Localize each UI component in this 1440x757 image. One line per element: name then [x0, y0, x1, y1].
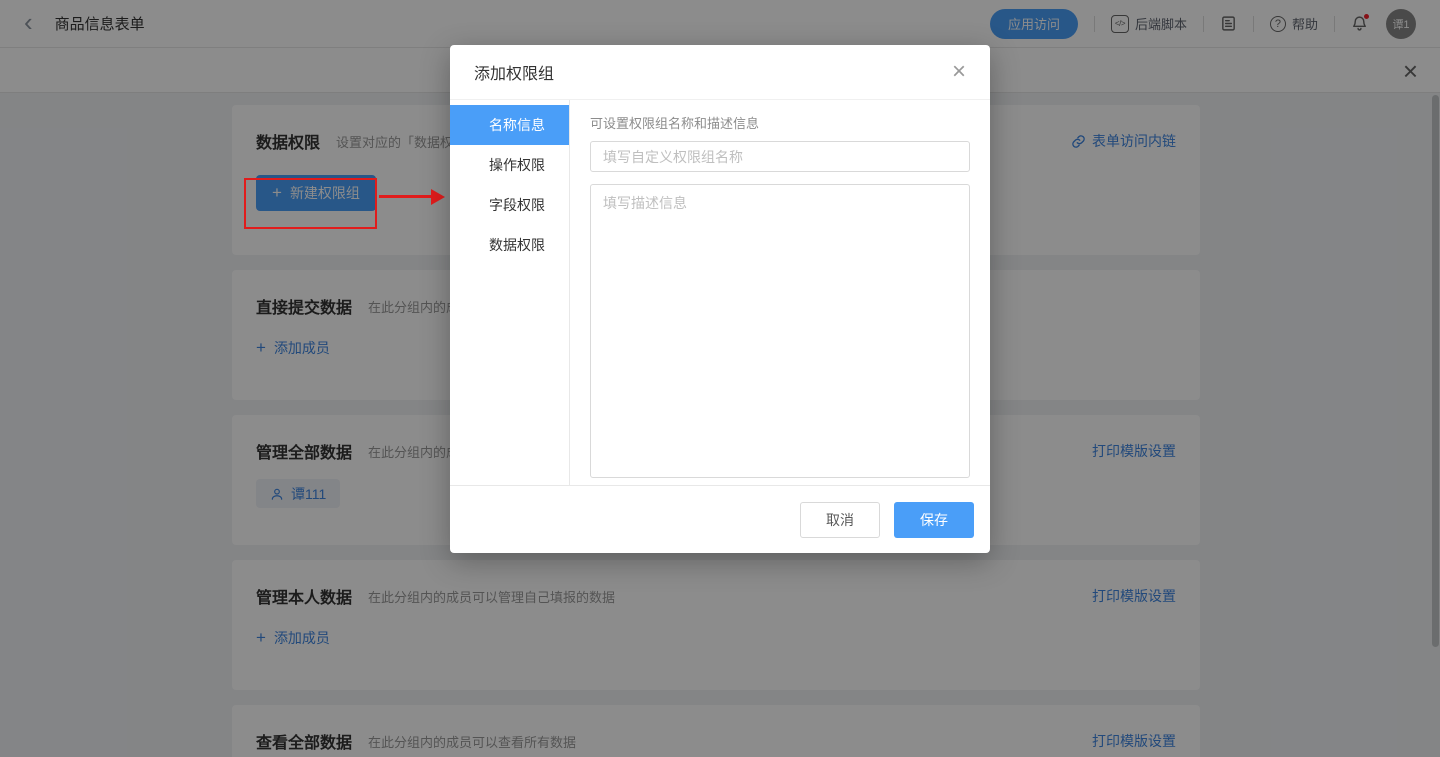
annotation-arrow-head [431, 189, 445, 205]
form-hint: 可设置权限组名称和描述信息 [590, 113, 970, 132]
cancel-button[interactable]: 取消 [800, 502, 880, 538]
annotation-highlight-box [244, 178, 377, 229]
modal-close-icon[interactable]: × [952, 62, 966, 82]
tab-data-permission[interactable]: 数据权限 [450, 225, 569, 265]
add-permission-group-modal: 添加权限组 × 名称信息 操作权限 字段权限 数据权限 可设置权限组名称和描述信… [450, 45, 990, 553]
modal-footer: 取消 保存 [450, 485, 990, 553]
tab-field-permission[interactable]: 字段权限 [450, 185, 569, 225]
modal-body: 名称信息 操作权限 字段权限 数据权限 可设置权限组名称和描述信息 [450, 100, 990, 485]
modal-title: 添加权限组 [474, 60, 554, 84]
tab-name-info[interactable]: 名称信息 [450, 105, 569, 145]
annotation-arrow-line [379, 195, 431, 198]
modal-tab-list: 名称信息 操作权限 字段权限 数据权限 [450, 100, 570, 485]
tab-operation-permission[interactable]: 操作权限 [450, 145, 569, 185]
save-button[interactable]: 保存 [894, 502, 974, 538]
modal-form: 可设置权限组名称和描述信息 [570, 100, 990, 485]
group-name-input[interactable] [590, 141, 970, 172]
modal-header: 添加权限组 × [450, 45, 990, 100]
group-description-input[interactable] [590, 184, 970, 478]
